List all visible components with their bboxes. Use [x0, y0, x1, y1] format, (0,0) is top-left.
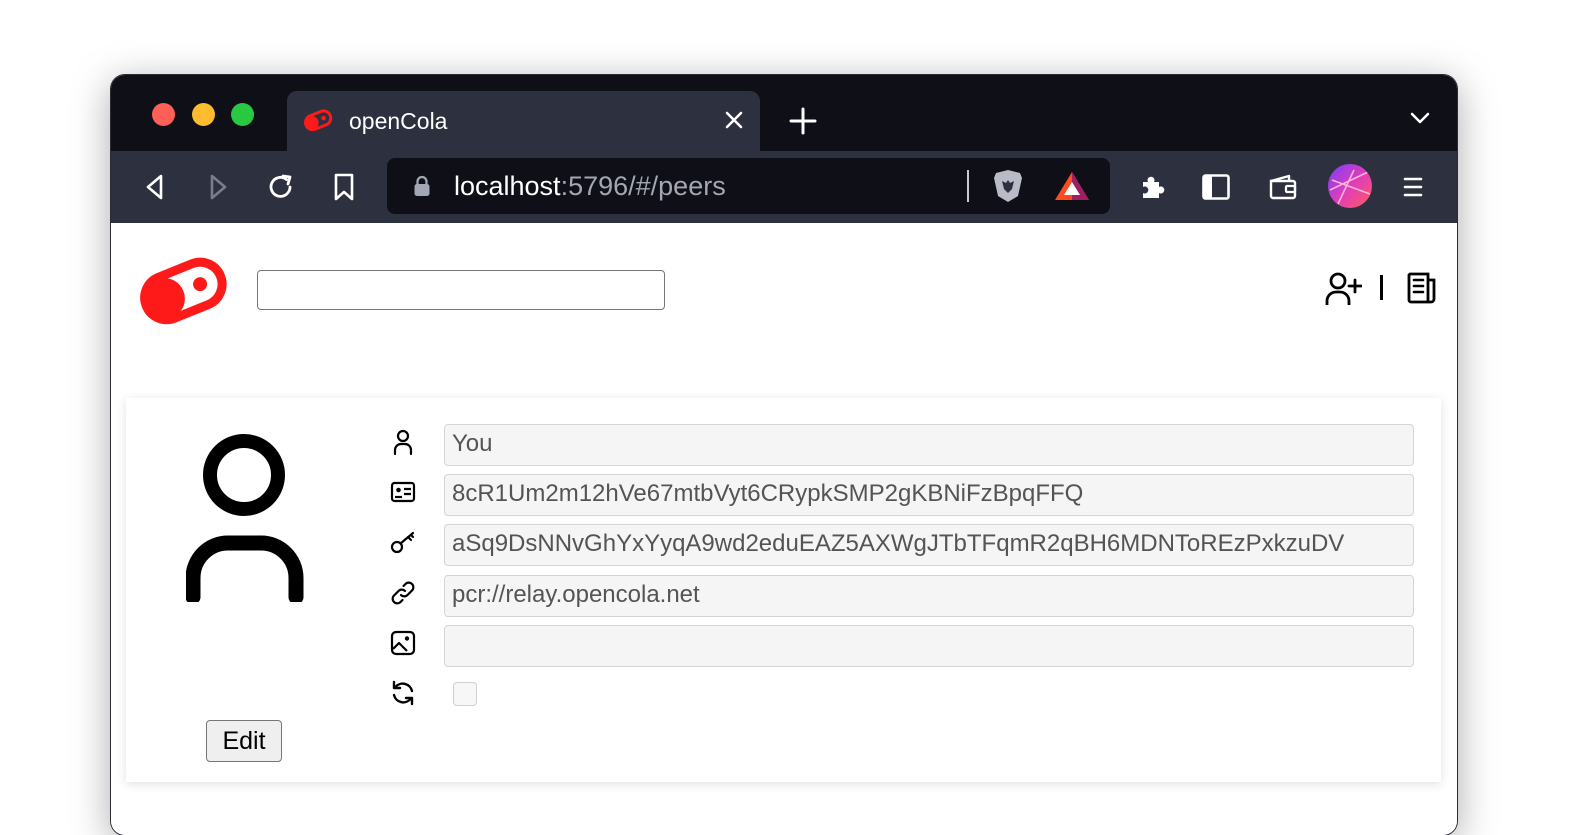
name-field[interactable]: You: [444, 424, 1414, 466]
page-content: Edit You 8cR1Um2m12hVe67mtbVyt6CRypkSMP2…: [111, 223, 1457, 835]
lock-icon: [414, 175, 430, 196]
id-field[interactable]: 8cR1Um2m12hVe67mtbVyt6CRypkSMP2gKBNiFzBp…: [444, 474, 1414, 516]
peer-card: Edit You 8cR1Um2m12hVe67mtbVyt6CRypkSMP2…: [126, 398, 1441, 782]
wallet-icon[interactable]: [1267, 171, 1299, 203]
brave-shields-icon[interactable]: [991, 168, 1025, 204]
address-bar[interactable]: localhost:5796/#/peers: [387, 158, 1110, 214]
person-icon: [393, 429, 413, 456]
feed-icon[interactable]: [1405, 271, 1437, 305]
profile-pattern-icon: [1329, 169, 1371, 205]
zoom-window-button[interactable]: [231, 103, 254, 126]
sync-checkbox[interactable]: [453, 682, 477, 706]
hamburger-menu-icon[interactable]: [1397, 171, 1429, 203]
tab-bar: openCola: [111, 75, 1457, 151]
opencola-logo-icon: [304, 109, 333, 132]
profile-avatar[interactable]: [1328, 164, 1372, 208]
tab-title: openCola: [349, 108, 448, 134]
link-icon: [391, 581, 415, 605]
close-window-button[interactable]: [152, 103, 175, 126]
key-icon: [390, 531, 415, 554]
bookmark-icon[interactable]: [328, 171, 360, 203]
url-path: :5796/#/peers: [560, 171, 726, 201]
sidebar-icon[interactable]: [1200, 171, 1232, 203]
new-tab-button[interactable]: [787, 105, 819, 137]
minimize-window-button[interactable]: [192, 103, 215, 126]
sync-icon: [392, 680, 414, 706]
brave-rewards-icon[interactable]: [1054, 170, 1090, 202]
browser-toolbar: localhost:5796/#/peers: [111, 151, 1457, 223]
image-icon: [390, 630, 416, 656]
back-icon[interactable]: [139, 171, 171, 203]
browser-window: openCola localhost:5796/#/peers Edit You…: [111, 75, 1457, 835]
close-tab-icon[interactable]: [722, 108, 746, 132]
extensions-puzzle-icon[interactable]: [1137, 171, 1169, 203]
image-uri-field[interactable]: [444, 625, 1414, 667]
add-peer-icon[interactable]: [1324, 271, 1362, 307]
url-text: localhost:5796/#/peers: [454, 171, 726, 201]
id-card-icon: [390, 481, 416, 503]
tab-opencola[interactable]: openCola: [287, 91, 760, 151]
url-divider: [967, 170, 969, 202]
address-field[interactable]: pcr://relay.opencola.net: [444, 575, 1414, 617]
reload-icon[interactable]: [265, 171, 297, 203]
header-divider: [1380, 275, 1383, 300]
opencola-logo-icon[interactable]: [137, 251, 229, 329]
forward-icon[interactable]: [202, 171, 234, 203]
public-key-field[interactable]: aSq9DsNNvGhYxYyqA9wd2eduEAZ5AXWgJTbTFqmR…: [444, 524, 1414, 566]
search-input[interactable]: [257, 270, 665, 310]
chevron-down-icon[interactable]: [1409, 110, 1431, 126]
url-host: localhost: [454, 171, 561, 201]
user-avatar-icon: [186, 434, 304, 602]
edit-button[interactable]: Edit: [206, 720, 282, 762]
